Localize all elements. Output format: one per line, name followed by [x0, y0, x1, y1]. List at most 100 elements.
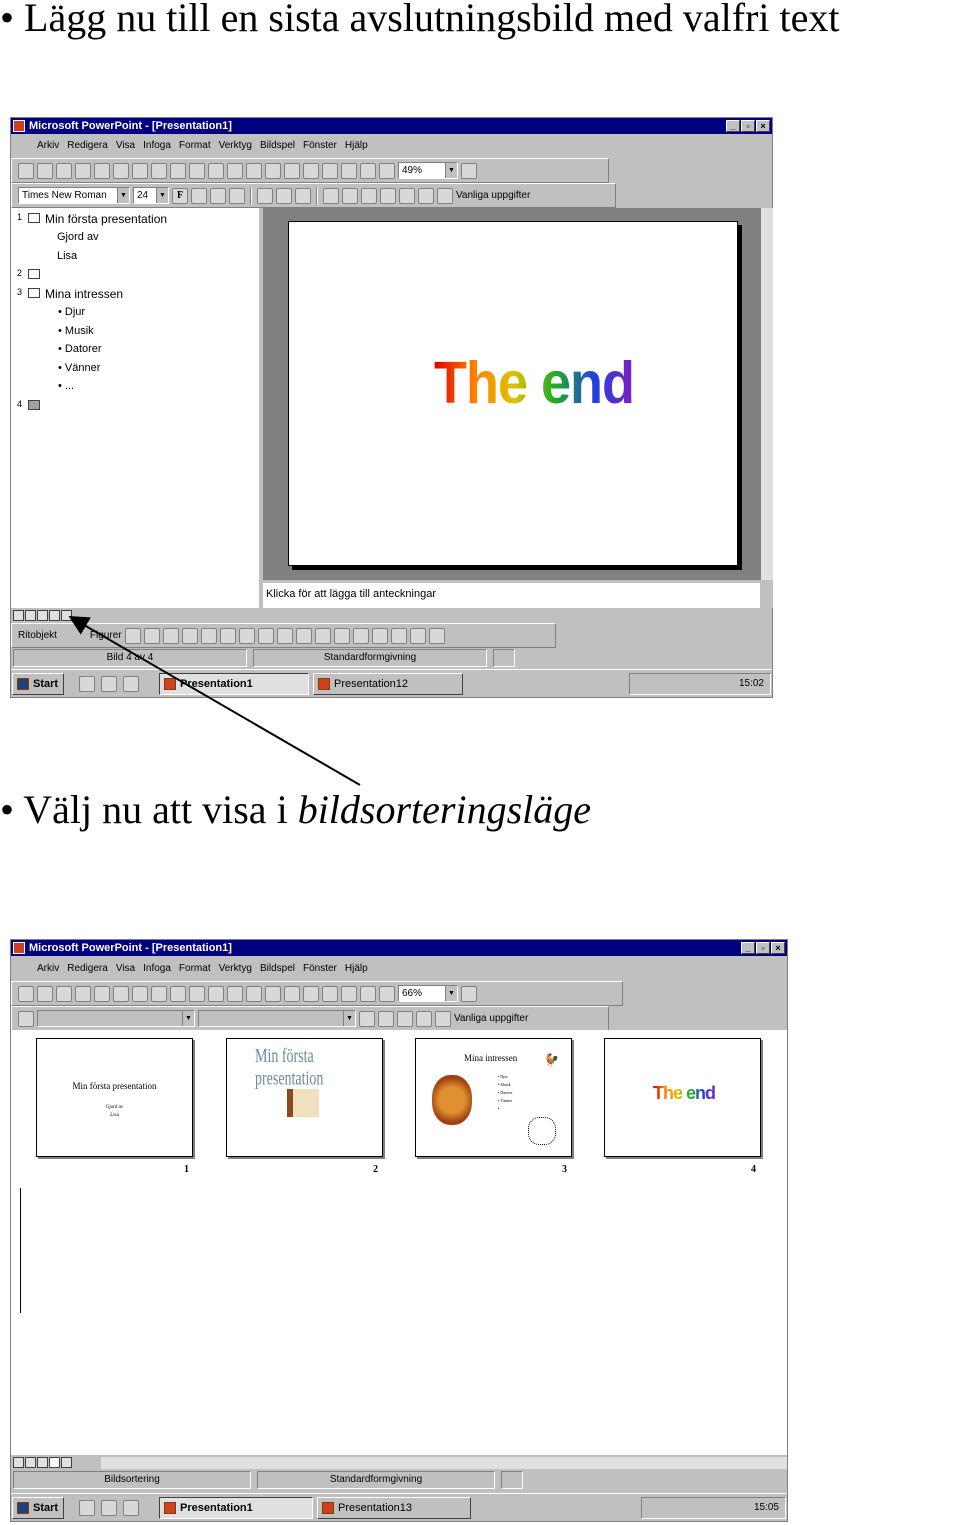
menu-item-hjälp[interactable]: Hjälp	[345, 963, 368, 974]
hide-slide-icon[interactable]	[378, 1010, 394, 1027]
grayscale-icon[interactable]	[379, 985, 395, 1002]
thumb-wordart: The end	[653, 1083, 716, 1103]
chevron-down-icon: ▼	[343, 1011, 355, 1026]
slide-thumbnail-1[interactable]: Min första presentation Gjord av Lisa	[36, 1038, 193, 1157]
desktop-icon[interactable]	[79, 1500, 95, 1516]
menu-item-infoga[interactable]: Infoga	[143, 963, 171, 974]
outlook-express-icon[interactable]	[123, 1500, 139, 1516]
status-view: Bildsortering	[13, 1471, 251, 1489]
thumb-title: Min första presentation	[72, 1081, 157, 1091]
system-tray: 15:05	[641, 1497, 786, 1519]
menu-item-verktyg[interactable]: Verktyg	[219, 963, 252, 974]
new-icon[interactable]	[18, 985, 34, 1002]
start-label: Start	[33, 1502, 59, 1514]
thumb-bullet: • Djur	[498, 1074, 508, 1079]
normal-view-button[interactable]	[13, 1457, 24, 1468]
outline-view-button[interactable]	[25, 1457, 36, 1468]
slide-number: 2	[373, 1164, 378, 1175]
chevron-down-icon: ▼	[182, 1011, 194, 1026]
status-design: Standardformgivning	[257, 1471, 495, 1489]
insertion-line	[20, 1188, 21, 1313]
window-title: Microsoft PowerPoint - [Presentation1]	[29, 942, 232, 954]
menu-item-arkiv[interactable]: Arkiv	[37, 963, 59, 974]
horizontal-scrollbar[interactable]	[101, 1457, 787, 1469]
slide-view-button[interactable]	[37, 1457, 48, 1468]
rehearse-timings-icon[interactable]	[397, 1010, 413, 1027]
arrow-line	[68, 615, 361, 786]
annotation-arrow	[68, 615, 361, 786]
animation-effect-select[interactable]: ▼	[198, 1010, 356, 1027]
menu-item-format[interactable]: Format	[179, 963, 211, 974]
slide-sorter-view-button[interactable]	[49, 1457, 60, 1468]
spelling-status-icon	[501, 1471, 523, 1489]
hyperlink-icon[interactable]	[246, 985, 262, 1002]
cut-icon[interactable]	[132, 985, 148, 1002]
slideshow-button[interactable]	[61, 1457, 72, 1468]
thumb-bullets: • Djur • Musik • Datorer • Vänner •	[498, 1073, 513, 1113]
view-buttons	[13, 1457, 72, 1468]
windows-logo-icon	[17, 1502, 29, 1514]
slide-sorter-area[interactable]: Min första presentation Gjord av Lisa 1 …	[11, 1030, 787, 1455]
new-slide-icon[interactable]	[322, 985, 338, 1002]
expand-all-icon[interactable]	[341, 985, 357, 1002]
start-button[interactable]: Start	[12, 1497, 64, 1519]
menu-item-bildspel[interactable]: Bildspel	[260, 963, 295, 974]
zoom-value: 66%	[402, 988, 423, 999]
internet-explorer-icon[interactable]	[101, 1500, 117, 1516]
format-painter-icon[interactable]	[189, 985, 205, 1002]
common-tasks-icon[interactable]	[435, 1010, 451, 1027]
spelling-icon[interactable]	[113, 985, 129, 1002]
powerpoint-icon	[322, 1502, 334, 1514]
task-label: Presentation1	[180, 1502, 253, 1514]
clock: 15:05	[753, 1502, 779, 1513]
show-formatting-icon[interactable]	[416, 1010, 432, 1027]
transition-effect-select[interactable]: ▼	[37, 1010, 195, 1027]
redo-icon[interactable]	[227, 985, 243, 1002]
slide-thumbnail-2[interactable]: Min första presentation	[226, 1038, 383, 1157]
slide-thumbnail-3[interactable]: Mina intressen 🐓 • Djur • Musik • Datorer •…	[415, 1038, 572, 1157]
save-icon[interactable]	[56, 985, 72, 1002]
summary-slide-icon[interactable]	[18, 1010, 34, 1027]
powerpoint-icon	[164, 1502, 176, 1514]
clipart-image	[287, 1089, 319, 1117]
thumb-subtitle: Gjord av	[105, 1105, 124, 1110]
lion-clipart	[432, 1075, 472, 1125]
restore-button[interactable]: ▫	[756, 942, 770, 954]
thumb-title: Mina intressen	[464, 1053, 518, 1063]
bullet-slide-sorter: • Välj nu att visa i bildsorteringsläge	[0, 788, 591, 832]
minimize-button[interactable]: _	[741, 942, 755, 954]
show-formatting-icon[interactable]	[360, 985, 376, 1002]
zoom-select[interactable]: 66% ▼	[398, 985, 458, 1002]
print-icon[interactable]	[94, 985, 110, 1002]
taskbar-presentation13[interactable]: Presentation13	[317, 1497, 471, 1519]
copy-icon[interactable]	[151, 985, 167, 1002]
thumb-bullet: • Vänner	[498, 1098, 513, 1103]
paste-icon[interactable]	[170, 985, 186, 1002]
slide-number: 3	[562, 1164, 567, 1175]
taskbar-presentation1[interactable]: Presentation1	[159, 1497, 313, 1519]
task-label: Presentation13	[338, 1502, 412, 1514]
thumb-bullet: • Datorer	[498, 1090, 513, 1095]
insert-chart-icon[interactable]	[303, 985, 319, 1002]
thumb-bullet: •	[498, 1106, 500, 1111]
insert-table-icon[interactable]	[284, 985, 300, 1002]
slide-thumbnail-4[interactable]: The end	[604, 1038, 761, 1157]
menu-bar: Arkiv Redigera Visa Infoga Format Verktyg Bild…	[11, 958, 787, 980]
slide-sorter-toolbar: ▼ ▼ Vanliga uppgifter	[11, 1006, 609, 1031]
animation-icon[interactable]	[359, 1010, 375, 1027]
menu-item-redigera[interactable]: Redigera	[67, 963, 108, 974]
help-icon[interactable]	[461, 985, 477, 1002]
undo-icon[interactable]	[208, 985, 224, 1002]
chevron-down-icon: ▼	[445, 986, 457, 1001]
menu-item-visa[interactable]: Visa	[116, 963, 135, 974]
close-button[interactable]: ×	[771, 942, 785, 954]
email-icon[interactable]	[75, 985, 91, 1002]
menu-item-fönster[interactable]: Fönster	[303, 963, 337, 974]
open-icon[interactable]	[37, 985, 53, 1002]
bullet-italic: bildsorteringsläge	[297, 787, 592, 832]
tables-borders-icon[interactable]	[265, 985, 281, 1002]
thumb-bullet: • Musik	[498, 1082, 511, 1087]
common-tasks-menu[interactable]: Vanliga uppgifter	[454, 1013, 528, 1024]
rooster-clipart: 🐓	[544, 1053, 559, 1067]
dog-clipart	[528, 1117, 556, 1145]
